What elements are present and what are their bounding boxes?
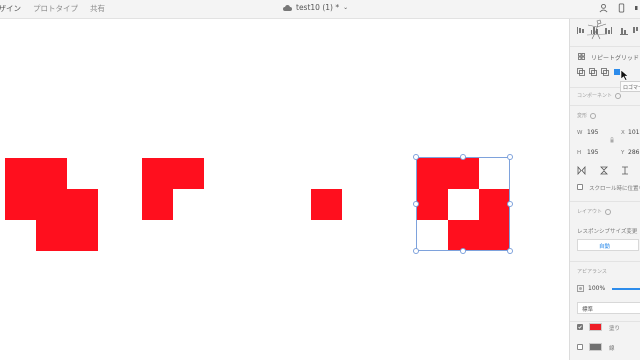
opacity-icon [577,285,584,292]
red-square-shape[interactable] [36,189,98,221]
fix-position-checkbox[interactable] [577,184,583,190]
property-inspector: リピートグリッド コンポーネント 変形 W 195 X 1012 H 195 Y… [569,19,640,360]
red-small-square[interactable] [311,189,342,220]
selection-bounding-box[interactable] [416,157,510,251]
tab-prototype[interactable]: プロトタイプ [33,3,78,14]
check-icon [578,325,582,329]
red-square-shape[interactable] [5,189,36,220]
width-label: W [577,130,583,136]
tab-share[interactable]: 共有 [90,3,105,14]
x-field[interactable]: 1012 [628,129,640,136]
share-icon[interactable] [635,3,640,13]
repeat-grid-icon[interactable] [578,53,585,60]
info-icon [590,112,597,119]
repeat-grid-button[interactable]: リピートグリッド [591,53,639,62]
height-field[interactable]: 195 [587,149,598,156]
rotate-icon [622,166,628,175]
intersect-icon [601,68,609,76]
flip-rotate-toolbar [577,166,628,175]
align-top-icon [633,27,638,33]
height-label: H [577,150,582,156]
component-section-label: コンポーネント [577,92,622,99]
subtract-icon [589,68,597,76]
resize-handle-se[interactable] [507,248,513,254]
blend-mode-value: 標準 [582,307,594,313]
border-checkbox[interactable] [577,344,583,350]
align-left-icon [577,27,584,34]
red-square-shape[interactable] [5,158,67,189]
responsive-resize-label: レスポンシブサイズ変更 [577,229,638,235]
border-color-swatch[interactable] [589,343,602,351]
flip-vertical-icon [600,166,608,175]
red-square-shape[interactable] [36,221,98,251]
cloud-icon [283,4,292,11]
fill-label: 塗り [609,326,621,332]
x-label: X [621,130,625,136]
top-icons [599,3,640,13]
artboard-canvas[interactable] [0,19,569,360]
resize-handle-n[interactable] [460,154,466,160]
opacity-value[interactable]: 100% [588,285,605,292]
lock-aspect-icon[interactable] [610,137,614,143]
cursor-arrow-icon [620,70,629,81]
resize-handle-s[interactable] [460,248,466,254]
info-icon [615,92,622,99]
fill-color-swatch[interactable] [589,323,602,331]
auto-resize-button[interactable]: 自動 [577,239,639,251]
resize-handle-w[interactable] [413,201,419,207]
red-l-shape[interactable] [142,189,173,220]
component-tooltip: ロゴマーク [620,81,640,92]
opacity-slider[interactable] [612,288,640,290]
flip-horizontal-icon [577,166,586,175]
align-bottom-icon [620,28,628,35]
width-field[interactable]: 195 [587,129,598,136]
auto-label: 自動 [599,244,611,250]
resize-handle-e[interactable] [507,201,513,207]
mode-tabs: デザイン プロトタイプ 共有 [0,3,117,14]
document-title-button[interactable]: test10 (1) * ⌄ [283,3,348,12]
fill-checkbox[interactable] [577,324,583,330]
document-title: test10 (1) * [296,3,340,12]
info-icon [605,208,612,215]
blend-mode-dropdown[interactable]: 標準 [577,302,640,314]
resize-handle-ne[interactable] [507,154,513,160]
chevron-down-icon: ⌄ [343,4,349,11]
fix-position-label: スクロール時に位置を [589,186,640,192]
sketch-figure-icon [586,19,608,40]
add-icon [577,68,585,76]
resize-handle-nw[interactable] [413,154,419,160]
resize-handle-sw[interactable] [413,248,419,254]
red-l-shape[interactable] [142,158,204,189]
appearance-section-label: アピアランス [577,269,607,275]
layout-section-label: レイアウト [577,208,612,215]
y-label: Y [621,150,625,156]
user-icon[interactable] [599,3,608,13]
border-label: 線 [609,346,615,352]
tab-design[interactable]: デザイン [0,3,21,14]
mobile-preview-icon[interactable] [617,3,626,13]
y-field[interactable]: 286 [628,149,639,156]
transform-section-label: 変形 [577,112,597,119]
top-bar: デザイン プロトタイプ 共有 test10 (1) * ⌄ [0,0,640,19]
